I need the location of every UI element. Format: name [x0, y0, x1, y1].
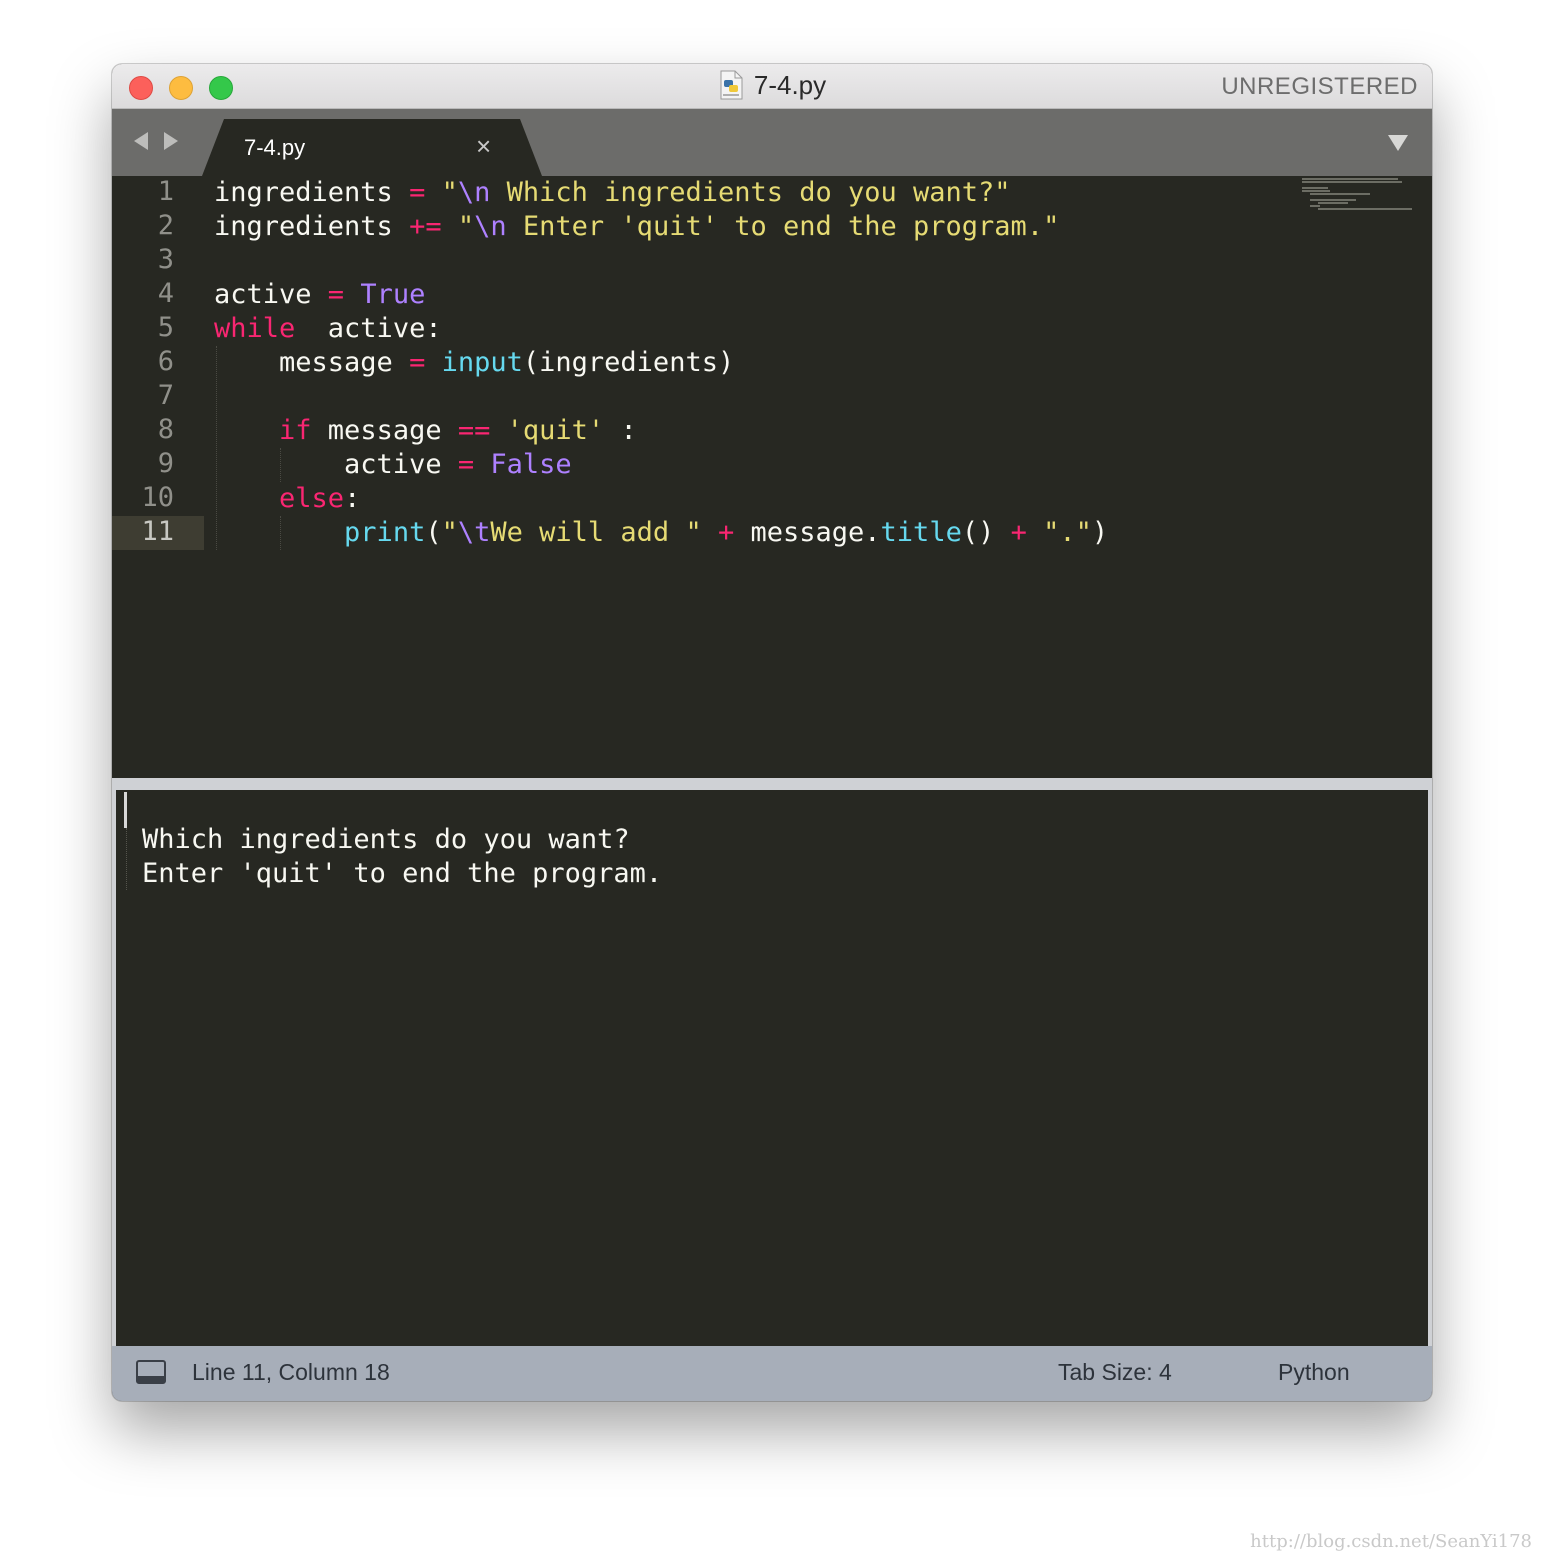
cursor-position: Line 11, Column 18 — [192, 1359, 390, 1385]
line-number: 7 — [157, 380, 174, 411]
line-number: 11 — [141, 516, 174, 547]
toggle-panel-icon[interactable] — [136, 1360, 166, 1384]
build-output-panel[interactable]: Which ingredients do you want? Enter 'qu… — [116, 790, 1428, 1346]
indent-guide — [126, 828, 127, 890]
code-line: message = input(ingredients) — [214, 347, 735, 378]
line-number: 1 — [157, 176, 174, 207]
line-number: 6 — [157, 346, 174, 377]
line-number: 3 — [157, 244, 174, 275]
line-number: 8 — [157, 414, 174, 445]
line-number: 5 — [157, 312, 174, 343]
code-line: else: — [279, 483, 361, 514]
line-number: 9 — [157, 448, 174, 479]
tab-bar: 7-4.py × — [112, 109, 1432, 176]
code-line: ingredients += "\n Enter 'quit' to end t… — [214, 211, 1060, 242]
code-line: ingredients = "\n Which ingredients do y… — [214, 177, 1011, 208]
panel-splitter[interactable] — [112, 778, 1432, 790]
code-editor[interactable]: 1 2 3 4 5 6 7 8 9 10 11 ingredients = "\… — [112, 176, 1432, 778]
output-line: Enter 'quit' to end the program. — [142, 858, 663, 889]
python-file-icon — [718, 70, 744, 100]
code-line: while active: — [214, 313, 442, 344]
window-title: 7-4.py — [753, 70, 827, 100]
syntax-selector[interactable]: Python — [1278, 1359, 1350, 1386]
tab-size-selector[interactable]: Tab Size: 4 — [1058, 1359, 1172, 1386]
code-line: if message == 'quit' : — [279, 415, 637, 446]
tab-list-dropdown-icon[interactable] — [1388, 135, 1408, 151]
code-line: active = True — [214, 279, 426, 310]
line-number: 2 — [157, 210, 174, 241]
tab-label: 7-4.py — [244, 135, 306, 160]
editor-window: 7-4.py UNREGISTERED 7-4.py × 1 2 3 4 5 6… — [112, 64, 1432, 1401]
code-line: active = False — [214, 449, 572, 480]
output-line: Which ingredients do you want? — [142, 824, 630, 855]
close-tab-icon[interactable]: × — [476, 131, 491, 162]
unregistered-label: UNREGISTERED — [1221, 73, 1418, 100]
previous-tab-arrow-icon[interactable] — [134, 132, 148, 150]
tab-7-4-py[interactable]: 7-4.py × — [202, 119, 542, 176]
line-number-gutter: 1 2 3 4 5 6 7 8 9 10 11 — [112, 176, 204, 778]
title-bar: 7-4.py UNREGISTERED — [112, 64, 1432, 109]
code-line: print("\tWe will add " + message.title()… — [344, 517, 1109, 548]
line-number: 10 — [141, 482, 174, 513]
text-cursor — [124, 792, 127, 828]
minimap[interactable] — [1302, 176, 1412, 226]
next-tab-arrow-icon[interactable] — [164, 132, 178, 150]
line-number: 4 — [157, 278, 174, 309]
status-bar: Line 11, Column 18 Tab Size: 4 Python — [112, 1346, 1432, 1401]
watermark: http://blog.csdn.net/SeanYi178 — [1250, 1531, 1532, 1552]
